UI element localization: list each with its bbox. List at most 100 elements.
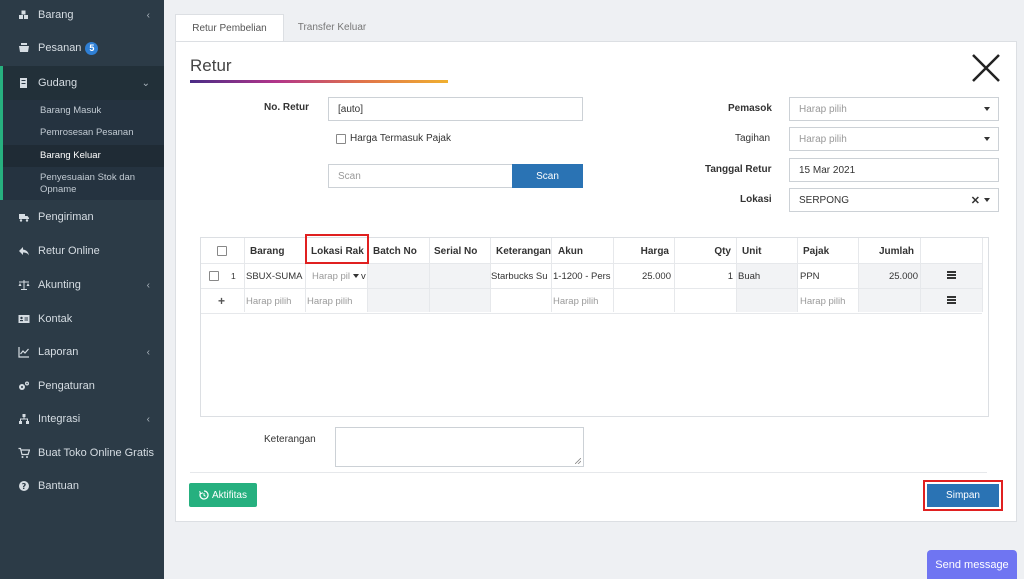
new-row-akun-cell[interactable]: Harap pilih bbox=[553, 289, 611, 313]
sidebar-subitem-penyesuaian-stok[interactable]: Penyesuaian Stok dan bbox=[40, 172, 160, 184]
sidebar-item-pengiriman[interactable]: Pengiriman bbox=[0, 206, 164, 228]
row-unit-cell[interactable]: Buah bbox=[738, 264, 796, 288]
sidebar-item-pesanan[interactable]: Pesanan 5 bbox=[0, 37, 164, 59]
row-lokasi-suffix: v bbox=[361, 270, 366, 282]
sidebar-label: Laporan bbox=[38, 346, 79, 358]
keterangan-label: Keterangan bbox=[264, 434, 316, 445]
tanggal-retur-input[interactable]: 15 Mar 2021 bbox=[789, 158, 999, 182]
address-card-icon bbox=[18, 313, 30, 325]
scan-button[interactable]: Scan bbox=[512, 164, 583, 188]
row-jumlah-cell: 25.000 bbox=[888, 270, 918, 282]
sidebar: Barang ‹ Pesanan 5 Gudang ⌄ Barang Masuk… bbox=[0, 0, 164, 579]
column-header-jumlah[interactable]: Jumlah bbox=[858, 238, 914, 264]
aktifitas-button[interactable]: Aktifitas bbox=[189, 483, 257, 507]
sidebar-label: Kontak bbox=[38, 313, 73, 325]
tagihan-select-value: Harap pilih bbox=[799, 133, 847, 145]
close-icon[interactable] bbox=[968, 50, 1004, 86]
sidebar-subitem-opname[interactable]: Opname bbox=[40, 184, 160, 196]
simpan-button[interactable]: Simpan bbox=[927, 484, 999, 507]
aktifitas-button-label: Aktifitas bbox=[211, 489, 247, 501]
column-header-harga[interactable]: Harga bbox=[613, 238, 669, 264]
new-row-pajak-cell[interactable]: Harap pilih bbox=[800, 289, 858, 313]
sidebar-item-barang[interactable]: Barang ‹ bbox=[0, 4, 164, 26]
row-checkbox[interactable] bbox=[209, 271, 219, 281]
column-header-akun[interactable]: Akun bbox=[558, 238, 583, 264]
row-pajak-cell[interactable]: PPN bbox=[800, 264, 858, 288]
sidebar-item-buat-toko[interactable]: Buat Toko Online Gratis bbox=[0, 442, 164, 464]
pemasok-label: Pemasok bbox=[728, 103, 772, 114]
sidebar-label: Bantuan bbox=[38, 480, 79, 492]
caret-down-icon[interactable] bbox=[353, 274, 359, 278]
footer-divider bbox=[190, 472, 987, 473]
row-akun-cell[interactable]: 1-1200 - Pers bbox=[553, 264, 613, 288]
sidebar-item-gudang[interactable]: Gudang ⌄ bbox=[0, 72, 164, 94]
sidebar-item-akunting[interactable]: Akunting ‹ bbox=[0, 274, 164, 296]
tab-retur-pembelian[interactable]: Retur Pembelian bbox=[175, 14, 284, 41]
sidebar-label: Pesanan bbox=[38, 42, 82, 54]
harga-termasuk-pajak-label: Harga Termasuk Pajak bbox=[350, 133, 451, 144]
column-header-serial-no[interactable]: Serial No bbox=[434, 238, 477, 264]
column-header-keterangan[interactable]: Keterangan bbox=[496, 238, 551, 264]
resize-handle-icon bbox=[575, 458, 581, 464]
select-all-checkbox[interactable] bbox=[217, 246, 227, 256]
gears-icon bbox=[18, 380, 30, 392]
sidebar-item-retur-online[interactable]: Retur Online bbox=[0, 240, 164, 262]
row-lokasi-cell[interactable]: Harap pil bbox=[312, 264, 350, 288]
pemasok-select[interactable]: Harap pilih bbox=[789, 97, 999, 121]
pemasok-select-value: Harap pilih bbox=[799, 103, 847, 115]
grid-divider bbox=[736, 238, 737, 312]
grid-divider bbox=[244, 238, 245, 312]
new-row-barang-cell[interactable]: Harap pilih bbox=[246, 289, 304, 313]
scan-input[interactable]: Scan bbox=[328, 164, 513, 188]
page-title: Retur bbox=[190, 56, 232, 75]
sidebar-item-pengaturan[interactable]: Pengaturan bbox=[0, 375, 164, 397]
sidebar-item-integrasi[interactable]: Integrasi ‹ bbox=[0, 408, 164, 430]
tagihan-select[interactable]: Harap pilih bbox=[789, 127, 999, 151]
row-barang-cell[interactable]: SBUX-SUMA bbox=[246, 264, 304, 288]
balance-scale-icon bbox=[18, 279, 30, 291]
line-chart-icon bbox=[18, 346, 30, 358]
row-number: 1 bbox=[231, 271, 236, 281]
clear-icon[interactable]: ✕ bbox=[971, 194, 980, 207]
row-qty-cell[interactable]: 1 bbox=[674, 264, 733, 288]
column-header-pajak[interactable]: Pajak bbox=[803, 238, 829, 264]
chevron-down-icon: ⌄ bbox=[141, 77, 150, 89]
sitemap-icon bbox=[18, 413, 30, 425]
reply-icon bbox=[18, 245, 30, 257]
highlight-lokasi-rak bbox=[305, 234, 369, 264]
sidebar-subitem-pemrosesan-pesanan[interactable]: Pemrosesan Pesanan bbox=[40, 127, 160, 139]
column-header-unit[interactable]: Unit bbox=[742, 238, 761, 264]
row-harga-cell[interactable]: 25.000 bbox=[613, 264, 671, 288]
row-keterangan-cell[interactable]: Starbucks Su bbox=[491, 264, 551, 288]
items-grid: Barang Lokasi Rak Batch No Serial No Ket… bbox=[200, 237, 989, 417]
question-circle-icon: ? bbox=[18, 480, 30, 492]
add-row-icon[interactable]: + bbox=[218, 289, 225, 313]
lokasi-select[interactable]: SERPONG ✕ bbox=[789, 188, 999, 212]
sidebar-label: Gudang bbox=[38, 77, 78, 89]
harga-termasuk-pajak-checkbox[interactable] bbox=[336, 134, 346, 144]
sidebar-label: Barang bbox=[38, 9, 74, 21]
sidebar-item-kontak[interactable]: Kontak bbox=[0, 308, 164, 330]
chevron-left-icon: ‹ bbox=[146, 279, 150, 291]
keterangan-textarea[interactable] bbox=[335, 427, 584, 467]
caret-down-icon bbox=[984, 137, 990, 141]
cubes-icon bbox=[18, 9, 30, 21]
row-menu-icon[interactable] bbox=[947, 296, 956, 304]
grid-divider bbox=[982, 238, 983, 312]
tab-transfer-keluar[interactable]: Transfer Keluar bbox=[288, 14, 376, 41]
no-retur-input[interactable]: [auto] bbox=[328, 97, 583, 121]
sidebar-subitem-barang-masuk[interactable]: Barang Masuk bbox=[40, 105, 160, 117]
send-message-button[interactable]: Send message bbox=[927, 550, 1017, 579]
column-header-barang[interactable]: Barang bbox=[250, 238, 284, 264]
row-menu-icon[interactable] bbox=[947, 271, 956, 279]
sidebar-item-laporan[interactable]: Laporan ‹ bbox=[0, 341, 164, 363]
grid-divider bbox=[201, 313, 982, 314]
caret-down-icon bbox=[984, 107, 990, 111]
sidebar-item-bantuan[interactable]: ? Bantuan bbox=[0, 475, 164, 497]
history-icon bbox=[199, 490, 209, 500]
column-header-qty[interactable]: Qty bbox=[674, 238, 731, 264]
column-header-batch-no[interactable]: Batch No bbox=[373, 238, 417, 264]
sidebar-subitem-barang-keluar[interactable]: Barang Keluar bbox=[40, 150, 160, 162]
lokasi-label: Lokasi bbox=[740, 194, 772, 205]
new-row-lokasi-cell[interactable]: Harap pilih bbox=[307, 289, 365, 313]
